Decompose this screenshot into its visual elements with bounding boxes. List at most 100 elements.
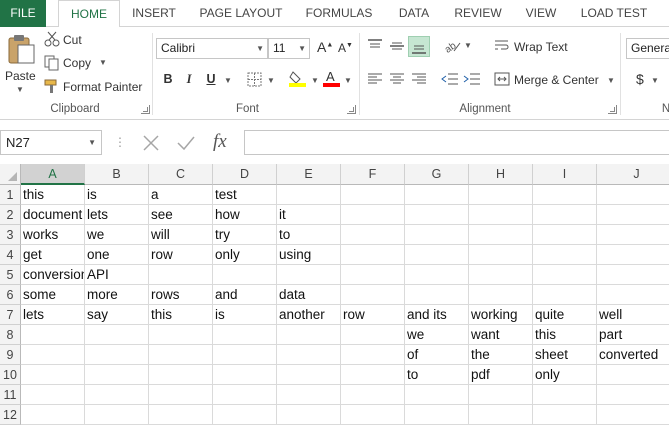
cell-c10[interactable] (149, 365, 213, 385)
tab-insert[interactable]: INSERT (125, 0, 183, 27)
row-header-8[interactable]: 8 (0, 325, 21, 345)
cell-j9[interactable]: converted (597, 345, 669, 365)
chevron-down-icon[interactable]: ▼ (224, 76, 232, 85)
cell-i8[interactable]: this (533, 325, 597, 345)
cell-h5[interactable] (469, 265, 533, 285)
cell-g11[interactable] (405, 385, 469, 405)
cell-g2[interactable] (405, 205, 469, 225)
chevron-down-icon[interactable]: ▼ (344, 76, 352, 85)
cell-e6[interactable]: data (277, 285, 341, 305)
wrap-text-button[interactable]: Wrap Text (514, 40, 568, 54)
tab-review[interactable]: REVIEW (448, 0, 508, 27)
cell-b11[interactable] (85, 385, 149, 405)
tab-formulas[interactable]: FORMULAS (298, 0, 380, 27)
column-header-j[interactable]: J (597, 164, 669, 185)
cell-b5[interactable]: API (85, 265, 149, 285)
cell-g12[interactable] (405, 405, 469, 425)
insert-function-button[interactable]: fx (213, 131, 227, 153)
cell-a7[interactable]: lets (21, 305, 85, 325)
italic-button[interactable]: I (183, 72, 195, 87)
align-left-icon[interactable] (367, 71, 383, 87)
cell-i5[interactable] (533, 265, 597, 285)
cell-f2[interactable] (341, 205, 405, 225)
cell-g4[interactable] (405, 245, 469, 265)
align-bottom-button[interactable] (408, 36, 430, 57)
cell-c12[interactable] (149, 405, 213, 425)
chevron-down-icon[interactable]: ▼ (311, 76, 319, 85)
cell-e1[interactable] (277, 185, 341, 205)
cell-i7[interactable]: quite (533, 305, 597, 325)
orientation-icon[interactable]: ab (443, 38, 461, 54)
bold-button[interactable]: B (162, 72, 174, 86)
cell-g7[interactable]: and its (405, 305, 469, 325)
cell-e4[interactable]: using (277, 245, 341, 265)
cell-f3[interactable] (341, 225, 405, 245)
cell-d7[interactable]: is (213, 305, 277, 325)
borders-icon[interactable] (247, 72, 263, 88)
align-center-icon[interactable] (389, 71, 405, 87)
cell-i9[interactable]: sheet (533, 345, 597, 365)
cell-f4[interactable] (341, 245, 405, 265)
cell-a6[interactable]: some (21, 285, 85, 305)
cell-h1[interactable] (469, 185, 533, 205)
cell-h2[interactable] (469, 205, 533, 225)
cell-i4[interactable] (533, 245, 597, 265)
cell-h12[interactable] (469, 405, 533, 425)
cell-e7[interactable]: another (277, 305, 341, 325)
font-size-combo[interactable]: 11 ▼ (268, 38, 310, 59)
cell-e11[interactable] (277, 385, 341, 405)
cell-f12[interactable] (341, 405, 405, 425)
cell-a9[interactable] (21, 345, 85, 365)
cell-d2[interactable]: how (213, 205, 277, 225)
row-header-3[interactable]: 3 (0, 225, 21, 245)
cell-a5[interactable]: conversion (21, 265, 85, 285)
cell-h8[interactable]: want (469, 325, 533, 345)
increase-indent-icon[interactable] (463, 71, 481, 87)
cell-c1[interactable]: a (149, 185, 213, 205)
cell-j5[interactable] (597, 265, 669, 285)
row-header-2[interactable]: 2 (0, 205, 21, 225)
cell-j11[interactable] (597, 385, 669, 405)
paste-button[interactable]: Paste ▼ (4, 31, 38, 97)
cell-g3[interactable] (405, 225, 469, 245)
cell-j8[interactable]: part (597, 325, 669, 345)
cell-b1[interactable]: is (85, 185, 149, 205)
cell-c5[interactable] (149, 265, 213, 285)
cell-c2[interactable]: see (149, 205, 213, 225)
currency-button[interactable]: $ (636, 71, 644, 87)
chevron-down-icon[interactable]: ▼ (607, 76, 615, 85)
tab-load-test[interactable]: LOAD TEST (574, 0, 654, 27)
align-right-icon[interactable] (411, 71, 427, 87)
cell-b2[interactable]: lets (85, 205, 149, 225)
row-header-7[interactable]: 7 (0, 305, 21, 325)
cell-d10[interactable] (213, 365, 277, 385)
cell-i2[interactable] (533, 205, 597, 225)
formula-input[interactable] (244, 130, 669, 155)
underline-button[interactable]: U (205, 72, 217, 86)
select-all-button[interactable] (0, 164, 21, 185)
cell-f7[interactable]: row (341, 305, 405, 325)
column-header-b[interactable]: B (85, 164, 149, 185)
increase-font-size-icon[interactable]: A▲ (317, 39, 333, 55)
cell-h4[interactable] (469, 245, 533, 265)
cell-j2[interactable] (597, 205, 669, 225)
cell-c9[interactable] (149, 345, 213, 365)
chevron-down-icon[interactable]: ▼ (651, 76, 659, 85)
cancel-entry-icon[interactable] (142, 134, 160, 152)
cell-f8[interactable] (341, 325, 405, 345)
column-header-a[interactable]: A (21, 164, 85, 185)
cell-b6[interactable]: more (85, 285, 149, 305)
chevron-down-icon[interactable]: ▼ (464, 41, 472, 50)
row-header-1[interactable]: 1 (0, 185, 21, 205)
cell-g9[interactable]: of (405, 345, 469, 365)
worksheet-grid[interactable]: A B C D E F G H I J 1 this is a test 2 document lets see ho… (0, 164, 669, 426)
cell-h7[interactable]: working (469, 305, 533, 325)
align-middle-icon[interactable] (389, 38, 405, 54)
cell-h11[interactable] (469, 385, 533, 405)
column-header-c[interactable]: C (149, 164, 213, 185)
align-top-icon[interactable] (367, 38, 383, 54)
cell-b7[interactable]: say (85, 305, 149, 325)
cell-g5[interactable] (405, 265, 469, 285)
cut-button[interactable]: Cut (63, 33, 82, 47)
row-header-4[interactable]: 4 (0, 245, 21, 265)
